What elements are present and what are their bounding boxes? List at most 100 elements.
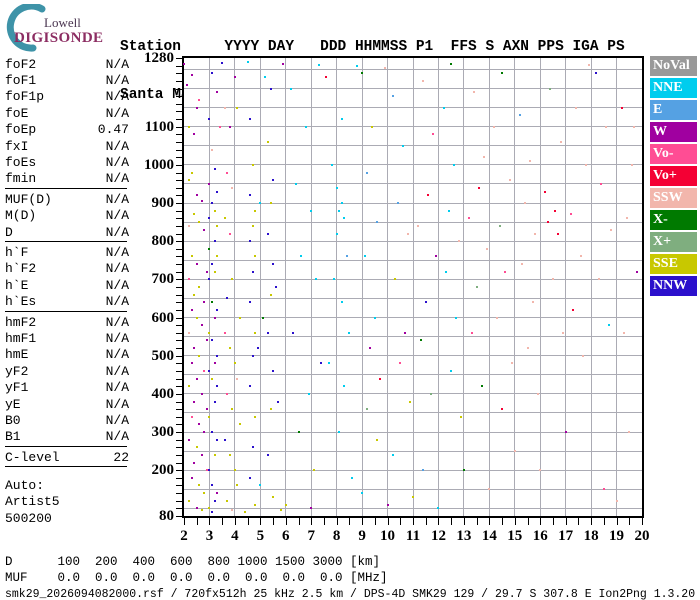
y-axis-label: 800 bbox=[136, 233, 174, 249]
echo-point bbox=[514, 450, 516, 452]
x-axis-label: 17 bbox=[554, 528, 578, 544]
y-axis-tick bbox=[176, 295, 182, 296]
x-axis-tick bbox=[566, 518, 567, 525]
y-axis-tick bbox=[176, 455, 182, 456]
echo-point bbox=[633, 126, 635, 128]
echo-point bbox=[320, 362, 322, 364]
x-axis-tick bbox=[388, 518, 389, 525]
echo-point bbox=[458, 240, 460, 242]
echo-point bbox=[532, 301, 534, 303]
plot-frame bbox=[182, 56, 644, 518]
echo-point bbox=[216, 385, 218, 387]
horizontal-gridline bbox=[184, 260, 642, 261]
y-axis-tick bbox=[176, 89, 182, 90]
echo-point bbox=[549, 88, 551, 90]
echo-point bbox=[572, 309, 574, 311]
param-row: foEsN/A bbox=[5, 154, 129, 170]
echo-point bbox=[562, 332, 564, 334]
x-axis-tick bbox=[426, 518, 427, 525]
echo-point bbox=[511, 362, 513, 364]
x-axis-label: 9 bbox=[350, 528, 374, 544]
echo-point bbox=[313, 469, 315, 471]
echo-point bbox=[407, 233, 409, 235]
echo-point bbox=[432, 133, 434, 135]
legend-item-vo: Vo- bbox=[650, 144, 697, 164]
echo-point bbox=[231, 187, 233, 189]
y-axis-tick bbox=[176, 127, 182, 128]
param-value: N/A bbox=[106, 429, 129, 444]
echo-point bbox=[234, 76, 236, 78]
echo-point bbox=[384, 67, 386, 69]
echo-point bbox=[211, 263, 213, 265]
x-axis-tick bbox=[540, 518, 541, 525]
echo-point bbox=[191, 74, 193, 76]
horizontal-gridline bbox=[184, 317, 642, 318]
y-axis-tick bbox=[176, 279, 182, 280]
logo-lowell-text: Lowell bbox=[44, 15, 81, 31]
x-axis-tick bbox=[235, 518, 236, 525]
y-axis-label: 1100 bbox=[136, 119, 174, 135]
y-axis-tick bbox=[176, 111, 182, 112]
echo-point bbox=[521, 263, 523, 265]
echo-point bbox=[196, 194, 198, 196]
echo-point bbox=[272, 496, 274, 498]
echo-point bbox=[196, 263, 198, 265]
logo-digisonde-text: DIGISONDE bbox=[14, 30, 103, 47]
param-row: hmF1N/A bbox=[5, 330, 129, 346]
y-axis-tick bbox=[176, 173, 182, 174]
echo-point bbox=[270, 202, 272, 204]
horizontal-gridline bbox=[184, 88, 642, 89]
param-value: N/A bbox=[106, 192, 129, 207]
param-row: h`FN/A bbox=[5, 244, 129, 260]
echo-point bbox=[473, 91, 475, 93]
param-label: B1 bbox=[5, 429, 21, 444]
echo-point bbox=[208, 183, 210, 185]
echo-point bbox=[341, 301, 343, 303]
y-axis-tick bbox=[176, 211, 182, 212]
echo-point bbox=[417, 225, 419, 227]
y-axis-tick bbox=[176, 402, 182, 403]
echo-point bbox=[229, 233, 231, 235]
legend-item-vo: Vo+ bbox=[650, 166, 697, 186]
x-axis-tick bbox=[273, 518, 274, 525]
y-axis-label: 700 bbox=[136, 271, 174, 287]
echo-point bbox=[231, 408, 233, 410]
param-label: h`F2 bbox=[5, 261, 36, 276]
echo-point bbox=[219, 126, 221, 128]
echo-point bbox=[285, 504, 287, 506]
y-axis-tick bbox=[176, 81, 182, 82]
param-row: Artist5 bbox=[5, 494, 129, 510]
y-axis-tick bbox=[176, 188, 182, 189]
echo-point bbox=[249, 477, 251, 479]
echo-point bbox=[201, 509, 203, 511]
echo-point bbox=[188, 225, 190, 227]
parameter-panel: foF2N/AfoF1N/AfoF1pN/AfoEN/AfoEp0.47fxIN… bbox=[5, 56, 129, 527]
echo-point bbox=[366, 172, 368, 174]
echo-point bbox=[211, 484, 213, 486]
echo-point bbox=[397, 202, 399, 204]
x-axis-tick bbox=[362, 518, 363, 525]
echo-point bbox=[198, 286, 200, 288]
legend-item-nnw: NNW bbox=[650, 276, 697, 296]
echo-point bbox=[224, 332, 226, 334]
legend-item-x: X- bbox=[650, 210, 697, 230]
x-axis-tick bbox=[413, 518, 414, 525]
section-divider bbox=[5, 188, 127, 189]
header-column-titles: Station YYYY DAY DDD HHMMSS P1 FFS S AXN… bbox=[120, 39, 625, 55]
horizontal-gridline bbox=[184, 183, 642, 184]
y-axis-tick bbox=[176, 104, 182, 105]
echo-point bbox=[318, 64, 320, 66]
echo-point bbox=[437, 507, 439, 509]
echo-point bbox=[188, 500, 190, 502]
echo-point bbox=[196, 107, 198, 109]
echo-point bbox=[193, 213, 195, 215]
echo-point bbox=[193, 294, 195, 296]
echo-point bbox=[203, 431, 205, 433]
echo-point bbox=[295, 183, 297, 185]
echo-point bbox=[188, 332, 190, 334]
echo-point bbox=[249, 385, 251, 387]
y-axis-tick bbox=[176, 379, 182, 380]
y-axis-tick bbox=[176, 325, 182, 326]
echo-point bbox=[280, 509, 282, 511]
x-axis-tick bbox=[464, 518, 465, 525]
